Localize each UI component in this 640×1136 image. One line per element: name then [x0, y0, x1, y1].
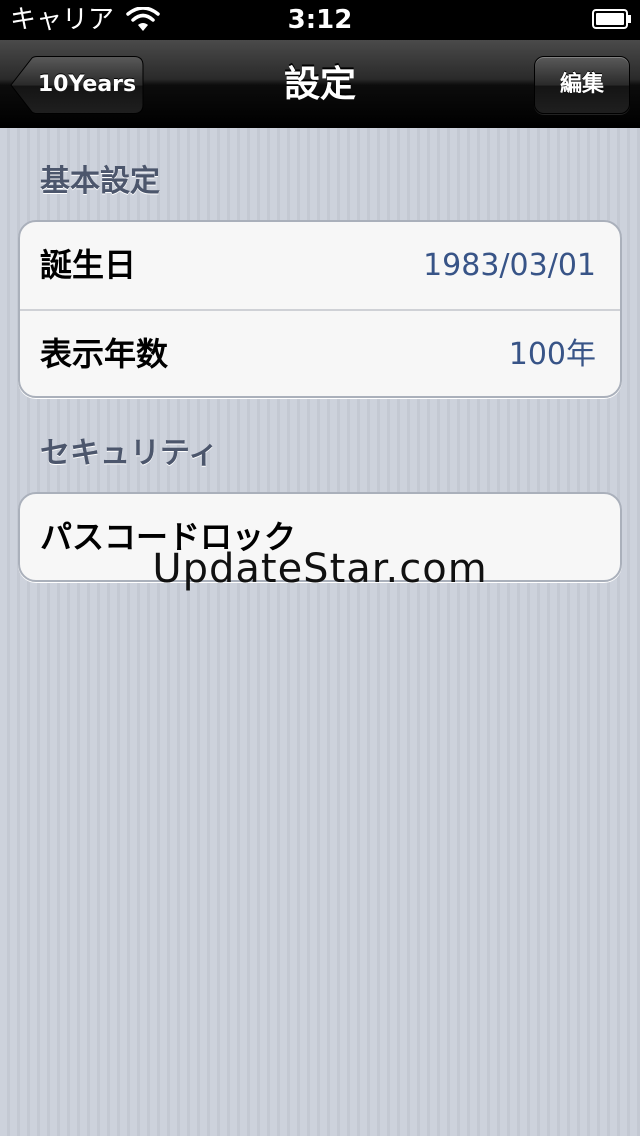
display-years-row[interactable]: 表示年数 100年 [20, 309, 620, 396]
birthday-row[interactable]: 誕生日 1983/03/01 [20, 222, 620, 309]
birthday-label: 誕生日 [40, 246, 137, 284]
section-header-basic: 基本設定 [40, 164, 160, 199]
status-bar: キャリア 3:12 [0, 0, 640, 40]
watermark: UpdateStar.com [152, 546, 488, 592]
navigation-bar: 10Years 設定 編集 [0, 40, 640, 128]
birthday-value: 1983/03/01 [423, 248, 596, 283]
status-time: 3:12 [287, 5, 353, 35]
basic-settings-group: 誕生日 1983/03/01 表示年数 100年 [18, 220, 622, 398]
edit-button[interactable]: 編集 [534, 56, 630, 114]
section-header-security: セキュリティ [40, 436, 219, 471]
display-years-value: 100年 [508, 337, 596, 372]
display-years-label: 表示年数 [40, 335, 169, 373]
battery-icon [592, 9, 631, 29]
